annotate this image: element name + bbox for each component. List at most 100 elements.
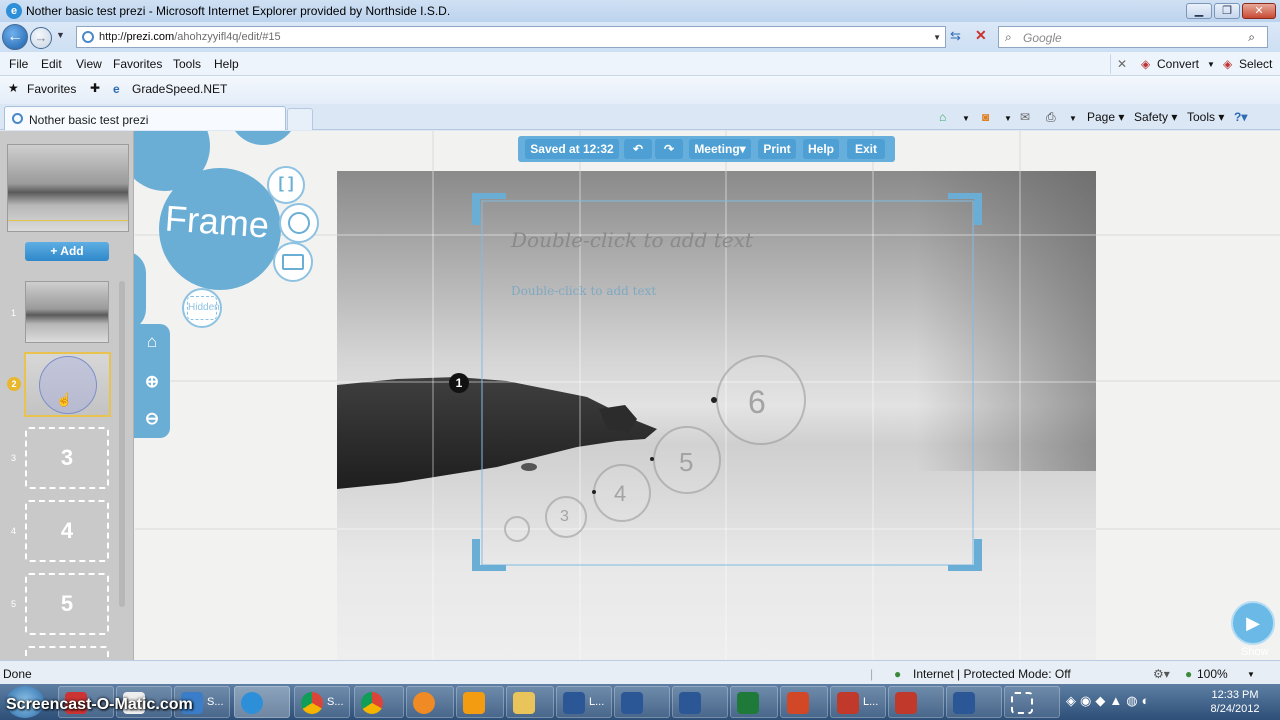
help-button[interactable]: Help [803,139,839,159]
favorites-star-icon: ★ [8,81,19,95]
system-tray-icons[interactable]: ◈◉◆▲◍◐ [1066,693,1153,709]
home-icon[interactable]: ⌂ [939,110,946,124]
search-icon[interactable]: ⌕ [1248,30,1255,45]
circle-frame-button[interactable] [279,203,319,243]
path-thumbnail-1[interactable] [25,281,109,343]
address-bar[interactable]: http://prezi.com/ahohzyyifl4q/edit/#15 ▼ [76,26,946,48]
menu-view[interactable]: View [76,57,102,71]
path-placeholder-4[interactable]: 4 [25,500,109,562]
menu-help[interactable]: Help [214,57,239,71]
show-play-button[interactable]: ▶ [1231,601,1275,645]
address-dropdown-icon[interactable]: ▼ [933,33,941,42]
search-placeholder[interactable]: Google [1023,31,1062,45]
address-url[interactable]: http://prezi.com/ahohzyyifl4q/edit/#15 [99,31,281,43]
menu-favorites[interactable]: Favorites [113,57,162,71]
mail-icon[interactable]: ✉ [1020,110,1030,124]
taskbar-item-vlc[interactable] [456,686,504,718]
taskbar-item-media[interactable] [406,686,454,718]
feeds-dropdown-icon[interactable]: ▼ [1004,114,1012,123]
tab-page-icon [12,113,23,124]
security-zone-text[interactable]: Internet | Protected Mode: Off [913,667,1071,681]
taskbar-item-pdf-1[interactable]: L... [830,686,886,718]
rectangle-frame-button[interactable] [273,242,313,282]
print-button[interactable]: Print [758,139,796,159]
maximize-button[interactable]: ❐ [1214,3,1240,19]
print-dropdown-icon[interactable]: ▼ [1069,114,1077,123]
stop-icon[interactable]: ✕ [975,27,987,44]
taskbar-item-pdf-2[interactable] [888,686,944,718]
favorites-button[interactable]: Favorites [27,82,76,96]
convert-dropdown-icon[interactable]: ▼ [1207,60,1215,69]
clock[interactable]: 12:33 PM 8/24/2012 [1196,688,1274,716]
frame-body-text[interactable]: Double-click to add text [511,284,656,298]
frame-title-text[interactable]: Double-click to add text [511,228,753,252]
tab-label: Nother basic test prezi [29,113,149,127]
redo-icon[interactable]: ↷ [655,139,683,159]
search-box[interactable]: ⌕ Google ⌕ [998,26,1268,48]
bracket-frame-icon: [ ] [278,175,294,192]
path-placeholder-5[interactable]: 5 [25,573,109,635]
taskbar-item-word-4[interactable] [946,686,1002,718]
zoom-level[interactable]: 100% [1197,667,1228,681]
taskbar-item-capture[interactable] [1004,686,1060,718]
menu-edit[interactable]: Edit [41,57,62,71]
close-toolbar-icon[interactable]: ✕ [1117,57,1127,71]
path-placeholder-3[interactable]: 3 [25,427,109,489]
path-placeholder-6[interactable] [25,646,109,660]
hidden-frame-button[interactable]: Hidden [182,288,222,328]
pdf-icon [837,692,859,714]
overview-thumbnail[interactable] [7,144,129,232]
select-button[interactable]: Select [1239,57,1272,71]
zoom-dropdown-icon[interactable]: ▼ [1247,670,1255,679]
undo-icon[interactable]: ↶ [624,139,652,159]
exit-button[interactable]: Exit [847,139,885,159]
home-view-icon[interactable]: ⌂ [141,331,163,353]
minimize-button[interactable]: ▁ [1186,3,1212,19]
zoom-out-icon[interactable]: ⊖ [141,408,163,430]
safety-menu[interactable]: Safety ▾ [1134,110,1177,124]
back-button[interactable]: ← [2,24,28,50]
taskbar-item-word-2[interactable] [614,686,670,718]
menu-separator [1110,54,1111,74]
history-dropdown-icon[interactable]: ▼ [56,30,65,40]
add-favorite-icon[interactable]: ✚ [90,81,100,95]
taskbar: S... S... L... L... ◈◉◆▲◍◐ 12:33 PM 8/24… [0,684,1280,720]
new-tab-button[interactable] [287,108,313,130]
taskbar-item-chrome-2[interactable] [354,686,404,718]
help-icon[interactable]: ?▾ [1234,110,1247,124]
taskbar-item-excel[interactable] [730,686,778,718]
tab-prezi[interactable]: Nother basic test prezi [4,106,286,130]
refresh-icon[interactable]: ⇆ [950,28,961,44]
zoom-in-icon[interactable]: ⊕ [141,371,163,393]
page-menu[interactable]: Page ▾ [1087,110,1124,124]
protected-mode-icon[interactable]: ⚙▾ [1153,667,1170,681]
feeds-icon[interactable]: ◙ [982,110,989,124]
meeting-button[interactable]: Meeting▾ [689,139,751,159]
close-window-button[interactable]: ✕ [1242,3,1276,19]
print-icon[interactable]: ⎙ [1046,110,1056,125]
taskbar-item-ie[interactable] [234,686,290,718]
taskbar-item-powerpoint[interactable] [780,686,828,718]
taskbar-item-word-1[interactable]: L... [556,686,612,718]
rectangle-frame-icon [282,254,304,270]
add-path-button[interactable]: + Add [25,242,109,261]
home-dropdown-icon[interactable]: ▼ [962,114,970,123]
prezi-editor[interactable]: Double-click to add text Double-click to… [0,131,1280,660]
taskbar-item-word-3[interactable] [672,686,728,718]
menu-tools[interactable]: Tools [173,57,201,71]
forward-button[interactable]: → [30,27,52,49]
address-row: ← → ▼ http://prezi.com/ahohzyyifl4q/edit… [0,22,1280,52]
menu-file[interactable]: File [9,57,28,71]
frame-tool-label[interactable]: Frame [164,197,271,246]
taskbar-item-explorer[interactable] [506,686,554,718]
gradespeed-link[interactable]: GradeSpeed.NET [132,82,227,96]
word-icon [953,692,975,714]
bracket-frame-button[interactable]: [ ] [267,166,305,204]
taskbar-item-chrome[interactable]: S... [294,686,350,718]
sidebar-scrollbar[interactable] [119,281,125,607]
path-thumbnail-2[interactable]: ☝ [24,352,111,417]
convert-button[interactable]: Convert [1157,57,1199,71]
tools-menu[interactable]: Tools ▾ [1187,110,1224,124]
path-step-badge[interactable]: 1 [449,373,469,393]
status-text: Done [3,667,32,681]
